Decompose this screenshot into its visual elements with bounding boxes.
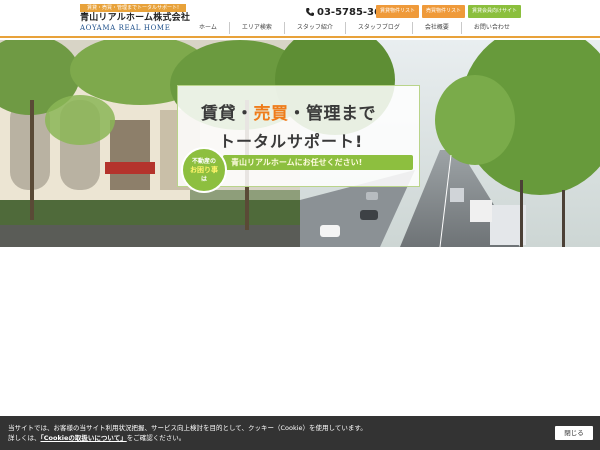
company-name-en: AOYAMA REAL HOME	[80, 24, 171, 32]
nav-staff[interactable]: スタッフ紹介	[283, 22, 345, 34]
hero-copy-line2: トータルサポート!	[219, 132, 364, 151]
badge-line3: は	[200, 175, 207, 183]
phone-icon	[306, 8, 314, 16]
cookie-close-button[interactable]: 閉じる	[555, 426, 593, 440]
company-name: 青山リアルホーム株式会社	[80, 13, 191, 23]
cookie-text-after: をご確認ください。	[126, 434, 186, 442]
cookie-banner: 当サイトでは、お客様の当サイト利用状況把握、サービス向上検討を目的として、クッキ…	[0, 416, 600, 450]
cookie-text-line1: 当サイトでは、お客様の当サイト利用状況把握、サービス向上検討を目的として、クッキ…	[8, 424, 367, 432]
logo-tagline: 賃貸・売買・管理までトータルサポート!	[80, 4, 186, 12]
cookie-text-line2: 詳しくは、「Cookieの取扱いについて」をご確認ください。	[8, 433, 528, 443]
header-buttons: 賃貸物件リスト 売買物件リスト 賃貸会員向けサイト	[376, 5, 522, 18]
hero-copy-line1: 賃貸・売買・管理まで	[201, 99, 376, 124]
cookie-text: 当サイトでは、お客様の当サイト利用状況把握、サービス向上検討を目的として、クッキ…	[8, 423, 528, 443]
rental-list-button[interactable]: 賃貸物件リスト	[376, 5, 420, 18]
hero-copy-line3: 青山リアルホームにお任せください!	[223, 155, 413, 170]
badge-line1: 不動産の	[191, 157, 216, 165]
page: 賃貸・売買・管理までトータルサポート! 青山リアルホーム株式会社 AOYAMA …	[0, 0, 600, 450]
company-logo[interactable]: 賃貸・売買・管理までトータルサポート! 青山リアルホーム株式会社 AOYAMA …	[80, 4, 190, 36]
hero-badge: 不動産の お困り事 は	[181, 147, 227, 193]
nav-staff-blog[interactable]: スタッフブログ	[344, 22, 412, 34]
hero-slider: 賃貸・売買・管理まで トータルサポート! 青山リアルホームにお任せください! 不…	[0, 40, 600, 247]
member-site-button[interactable]: 賃貸会員向けサイト	[468, 5, 522, 18]
nav-contact[interactable]: お問い合わせ	[460, 22, 522, 34]
nav-home[interactable]: ホーム	[190, 22, 229, 34]
site-header: 賃貸・売買・管理までトータルサポート! 青山リアルホーム株式会社 AOYAMA …	[0, 0, 600, 38]
sale-list-button[interactable]: 売買物件リスト	[422, 5, 466, 18]
nav-area-search[interactable]: エリア検索	[228, 22, 284, 34]
badge-emphasis: お困り事	[190, 165, 218, 174]
cookie-policy-link[interactable]: 「Cookieの取扱いについて」	[41, 434, 127, 442]
copy-part2: ・管理まで	[288, 104, 376, 124]
copy-highlight: 売買	[253, 104, 289, 124]
global-nav: ホーム エリア検索 スタッフ紹介 スタッフブログ 会社概要 お問い合わせ	[190, 22, 522, 34]
copy-part1: 賃貸・	[201, 104, 254, 124]
nav-company[interactable]: 会社概要	[411, 22, 461, 34]
hero-banner: 賃貸・売買・管理まで トータルサポート! 青山リアルホームにお任せください! 不…	[177, 85, 420, 193]
cookie-text-before: 詳しくは、	[8, 434, 41, 442]
